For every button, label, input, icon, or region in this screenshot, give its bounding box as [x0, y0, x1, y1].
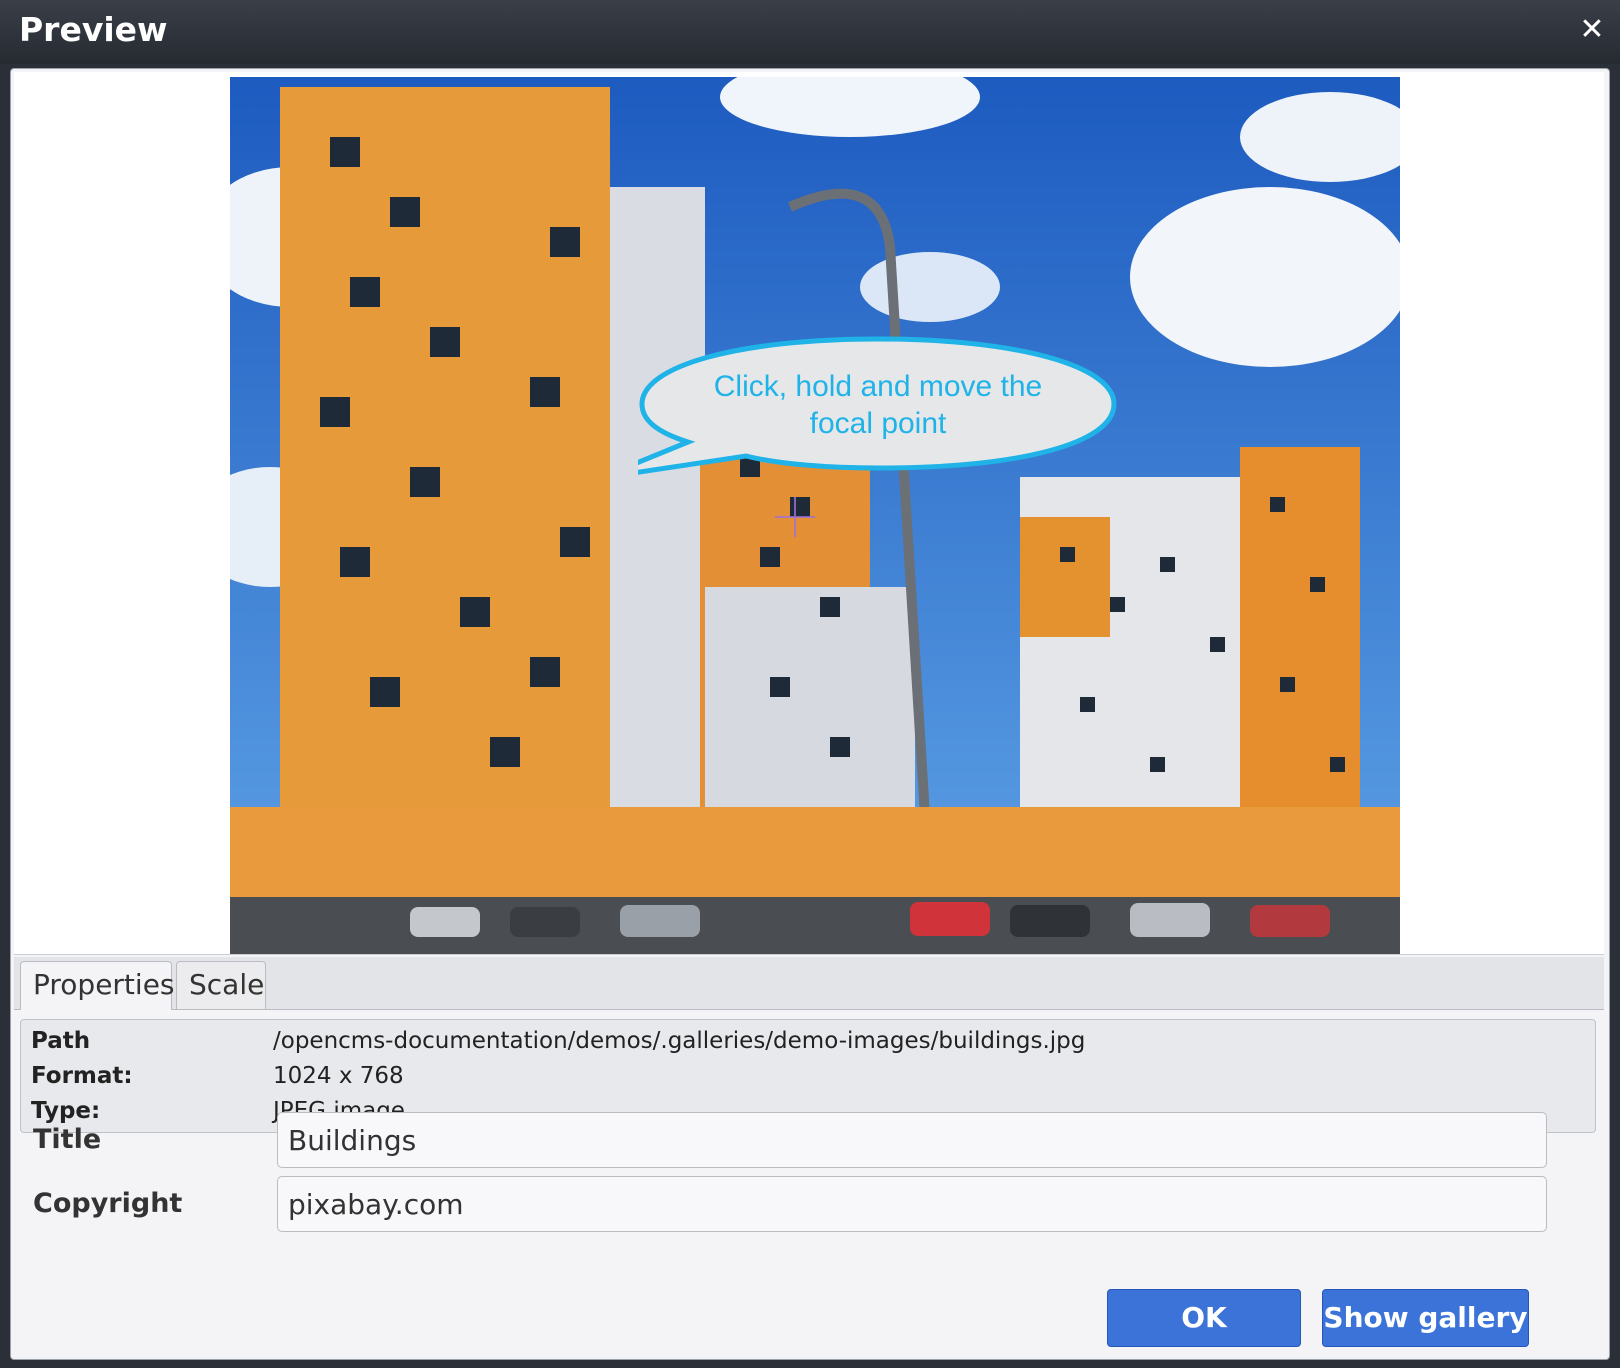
show-gallery-button[interactable]: Show gallery	[1322, 1289, 1529, 1347]
preview-image[interactable]	[230, 77, 1400, 954]
format-label: Format:	[31, 1063, 133, 1089]
close-icon[interactable]: ✕	[1576, 14, 1608, 46]
tab-bar: Properties Scale	[14, 957, 1604, 1010]
type-label: Type:	[31, 1098, 101, 1124]
path-value: /opencms-documentation/demos/.galleries/…	[273, 1028, 1086, 1054]
focal-point-tooltip: Click, hold and move the focal point	[638, 336, 1118, 481]
tab-properties[interactable]: Properties	[20, 961, 175, 1010]
preview-dialog: Preview ✕ Click, hold and move the focal…	[0, 0, 1620, 1368]
dialog-body: Click, hold and move the focal point Pro…	[10, 68, 1610, 1360]
tab-scale[interactable]: Scale	[176, 961, 266, 1009]
buildings-photo	[230, 77, 1400, 954]
format-value: 1024 x 768	[273, 1063, 404, 1089]
title-bar: Preview ✕	[0, 0, 1620, 64]
image-preview-area: Click, hold and move the focal point	[14, 72, 1604, 955]
path-label: Path	[31, 1028, 91, 1054]
copyright-label: Copyright	[33, 1188, 183, 1219]
title-input[interactable]	[277, 1112, 1547, 1168]
tooltip-text: Click, hold and move the focal point	[713, 370, 1043, 440]
dialog-title: Preview	[19, 10, 168, 49]
ok-button[interactable]: OK	[1107, 1289, 1301, 1347]
copyright-input[interactable]	[277, 1176, 1547, 1232]
title-label: Title	[33, 1124, 102, 1155]
